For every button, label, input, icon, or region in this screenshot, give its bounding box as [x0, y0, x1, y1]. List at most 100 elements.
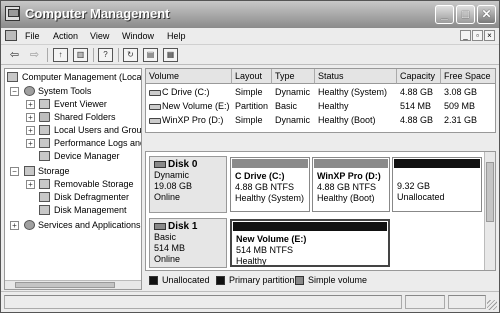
defragmenter-icon	[39, 192, 50, 202]
back-arrow-icon[interactable]: ⇦	[7, 48, 22, 62]
volume-layout: Partition	[235, 101, 269, 111]
disk-action-icon[interactable]: ▦	[163, 48, 178, 62]
properties-icon[interactable]: ▤	[143, 48, 158, 62]
expand-icon[interactable]: +	[26, 100, 35, 109]
volume-capacity: 4.88 GB	[400, 115, 434, 125]
device-manager-icon	[39, 151, 50, 161]
console-tree[interactable]: Computer Management (Local) − System Too…	[4, 68, 142, 290]
expand-icon[interactable]: +	[26, 113, 35, 122]
volume-free-space: 3.08 GB	[444, 87, 478, 97]
partition-c-drive[interactable]: C Drive (C:) 4.88 GB NTFS Healthy (Syste…	[230, 157, 310, 212]
pane-splitter[interactable]	[145, 133, 496, 151]
volume-capacity: 4.88 GB	[400, 87, 434, 97]
computer-management-window: Computer Management _ □ ✕ File Action Vi…	[0, 0, 500, 313]
volume-type: Basic	[275, 101, 298, 111]
column-header-status[interactable]: Status	[315, 69, 397, 84]
system-menu-icon[interactable]	[5, 30, 17, 41]
volume-capacity: 514 MB	[400, 101, 432, 111]
maximize-button[interactable]: □	[456, 5, 475, 24]
toolbar-separator	[47, 48, 48, 62]
mdi-minimize-icon[interactable]: _	[460, 30, 471, 41]
mdi-controls: _ ▫ ×	[459, 30, 495, 41]
menu-window[interactable]: Window	[122, 31, 154, 41]
scrollbar-thumb[interactable]	[486, 162, 494, 222]
resize-grip-icon[interactable]	[487, 300, 497, 310]
primary-partition-bar	[233, 222, 387, 231]
column-header-capacity[interactable]: Capacity	[397, 69, 441, 84]
volume-name[interactable]: New Volume (E:)	[146, 100, 232, 113]
refresh-icon[interactable]: ↻	[123, 48, 138, 62]
volume-free-space: 2.31 GB	[444, 115, 478, 125]
expand-icon[interactable]: +	[26, 139, 35, 148]
event-viewer-icon	[39, 99, 50, 109]
folder-icon	[39, 112, 50, 122]
users-icon	[39, 125, 50, 135]
title-bar[interactable]: Computer Management _ □ ✕	[1, 1, 499, 28]
volume-status: Healthy (System)	[318, 87, 388, 97]
column-header-type[interactable]: Type	[272, 69, 315, 84]
show-hide-tree-icon[interactable]: ▥	[73, 48, 88, 62]
partition-unallocated[interactable]: 9.32 GB Unallocated	[392, 157, 482, 212]
legend: Unallocated Primary partition Simple vol…	[145, 271, 496, 289]
legend-label-simple: Simple volume	[308, 275, 368, 285]
status-pane-3	[448, 295, 486, 309]
disk-1-info[interactable]: Disk 1 Basic 514 MB Online	[149, 218, 227, 268]
disk-0-info[interactable]: Disk 0 Dynamic 19.08 GB Online	[149, 156, 227, 213]
unallocated-bar	[394, 159, 480, 168]
forward-arrow-icon[interactable]: ⇨	[27, 48, 42, 62]
expand-icon[interactable]: +	[10, 221, 19, 230]
minimize-button[interactable]: _	[435, 5, 454, 24]
toolbar: ⇦ ⇨ ↑ ▥ ? ↻ ▤ ▦	[1, 45, 499, 65]
legend-label-primary: Primary partition	[229, 275, 295, 285]
menu-file[interactable]: File	[25, 31, 40, 41]
drive-icon	[149, 103, 161, 110]
toolbar-separator	[118, 48, 119, 62]
services-icon	[24, 220, 35, 230]
disk-graphical-view[interactable]: Disk 0 Dynamic 19.08 GB Online C Drive (…	[145, 151, 496, 271]
drive-icon	[149, 117, 161, 124]
disk-icon	[154, 161, 166, 169]
menu-bar: File Action View Window Help _ ▫ ×	[1, 28, 499, 45]
graph-vertical-scrollbar[interactable]	[484, 152, 495, 270]
disk-management-icon	[39, 205, 50, 215]
legend-swatch-unallocated	[149, 276, 158, 285]
performance-icon	[39, 138, 50, 148]
column-header-volume[interactable]: Volume	[146, 69, 232, 84]
menu-view[interactable]: View	[90, 31, 109, 41]
volume-layout: Simple	[235, 115, 263, 125]
collapse-icon[interactable]: −	[10, 87, 19, 96]
status-pane-main	[4, 295, 402, 309]
column-header-free-space[interactable]: Free Space	[441, 69, 495, 84]
partition-new-volume[interactable]: New Volume (E:) 514 MB NTFS Healthy	[230, 219, 390, 267]
simple-volume-bar	[232, 159, 308, 168]
help-icon[interactable]: ?	[98, 48, 113, 62]
volume-type: Dynamic	[275, 87, 311, 97]
expand-icon[interactable]: +	[26, 126, 35, 135]
mdi-close-icon[interactable]: ×	[484, 30, 495, 41]
volume-type: Dynamic	[275, 115, 311, 125]
disk-icon	[154, 223, 166, 231]
mdi-restore-icon[interactable]: ▫	[472, 30, 483, 41]
scrollbar-thumb[interactable]	[15, 282, 115, 288]
tree-horizontal-scrollbar[interactable]	[5, 280, 141, 289]
column-header-layout[interactable]: Layout	[232, 69, 272, 84]
volume-list[interactable]: Volume Layout Type Status Capacity Free …	[145, 68, 496, 133]
collapse-icon[interactable]: −	[10, 167, 19, 176]
tools-icon	[24, 86, 35, 96]
menu-action[interactable]: Action	[53, 31, 78, 41]
partition-winxp-pro[interactable]: WinXP Pro (D:) 4.88 GB NTFS Healthy (Boo…	[312, 157, 390, 212]
volume-name[interactable]: WinXP Pro (D:)	[146, 114, 232, 127]
close-button[interactable]: ✕	[477, 5, 496, 24]
volume-name[interactable]: C Drive (C:)	[146, 86, 232, 99]
simple-volume-bar	[314, 159, 388, 168]
volume-status: Healthy (Boot)	[318, 115, 376, 125]
volume-free-space: 509 MB	[444, 101, 476, 111]
legend-swatch-primary	[216, 276, 225, 285]
legend-swatch-simple	[295, 276, 304, 285]
menu-help[interactable]: Help	[167, 31, 186, 41]
legend-label-unallocated: Unallocated	[162, 275, 210, 285]
storage-icon	[24, 166, 35, 176]
window-title: Computer Management	[25, 6, 170, 21]
up-folder-icon[interactable]: ↑	[53, 48, 68, 62]
expand-icon[interactable]: +	[26, 180, 35, 189]
